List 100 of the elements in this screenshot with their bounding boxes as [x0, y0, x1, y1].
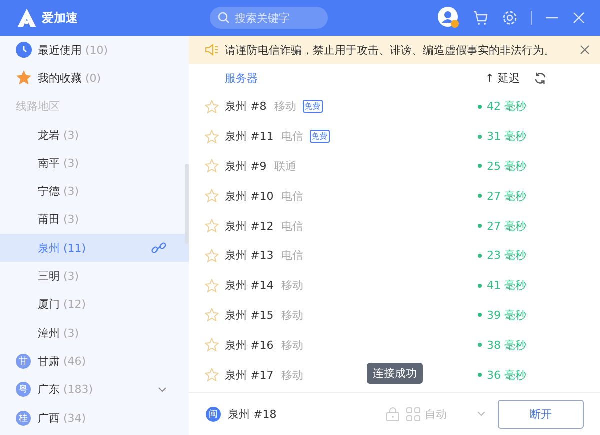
cart-icon[interactable] [473, 10, 489, 26]
column-header[interactable]: 服务器 [225, 70, 258, 86]
sidebar-item[interactable]: 莆田 (3) [0, 206, 189, 234]
free-tag: 免费 [310, 130, 330, 144]
carrier-label: 电信 [282, 129, 304, 144]
latency-value: 27 毫秒 [487, 188, 526, 204]
status-dot [478, 164, 482, 168]
item-label: 泉州 (11) [38, 240, 86, 256]
star-icon[interactable] [205, 278, 219, 293]
server-name[interactable]: 泉州 #14 [225, 278, 274, 294]
star-icon[interactable] [205, 368, 219, 382]
item-label: 我的收藏 (0) [38, 70, 102, 86]
star-icon[interactable] [205, 219, 219, 234]
column-header[interactable]: ↑ 延迟 [485, 70, 520, 86]
sidebar-item[interactable]: 龙岩 (3) [0, 120, 189, 150]
carrier-label: 电信 [282, 248, 304, 264]
server-name[interactable]: 泉州 #15 [225, 308, 274, 323]
section-label: 线路地区 [15, 99, 61, 116]
refresh-icon[interactable] [534, 72, 547, 84]
sidebar-item[interactable]: 我的收藏 (0) [0, 64, 189, 93]
chevron-down-icon[interactable] [158, 386, 167, 393]
notice-text: 请谨防电信诈骗，禁止用于攻击、诽谤、编造虚假事实的非法行为。 [225, 42, 555, 58]
sidebar-item[interactable]: 粤 广东 (183) [0, 376, 189, 404]
carrier-label: 移动 [282, 368, 304, 383]
free-tag: 免费 [302, 100, 323, 114]
server-name[interactable]: 泉州 #13 [225, 248, 274, 264]
settings-icon[interactable] [502, 10, 518, 26]
server-name[interactable]: 泉州 #9 [225, 158, 267, 174]
status-dot [478, 194, 482, 198]
star-icon[interactable] [205, 338, 219, 352]
item-label: 莆田 (3) [38, 212, 80, 228]
logo-icon [16, 7, 38, 29]
status-dot [478, 224, 482, 228]
status-dot [478, 134, 482, 139]
grid-icon [406, 406, 421, 422]
star-icon[interactable] [205, 308, 219, 322]
carrier-label: 移动 [274, 99, 297, 114]
sidebar-item[interactable]: 最近使用 (10) [0, 36, 189, 64]
item-label: 厦门 (12) [38, 297, 86, 312]
lock-icon[interactable] [386, 406, 400, 422]
server-name[interactable]: 泉州 #8 [225, 99, 267, 114]
star-icon [16, 70, 32, 86]
item-label: 三明 (3) [38, 269, 80, 284]
latency-value: 38 毫秒 [487, 338, 526, 353]
search-icon [218, 12, 230, 24]
disconnect-button[interactable]: 断开 [498, 400, 584, 428]
star-icon[interactable] [205, 248, 219, 263]
sidebar-item[interactable]: 三明 (3) [0, 262, 189, 291]
sidebar-item[interactable]: 漳州 (3) [0, 318, 189, 348]
star-icon[interactable] [205, 189, 219, 204]
item-label: 南平 (3) [38, 156, 80, 171]
status-dot [478, 284, 482, 288]
item-label: 甘肃 (46) [38, 354, 86, 369]
sidebar-item[interactable]: 甘 甘肃 (46) [0, 347, 189, 376]
carrier-label: 移动 [282, 308, 304, 323]
status-dot [478, 313, 482, 318]
star-icon[interactable] [205, 100, 219, 114]
server-name[interactable]: 泉州 #11 [225, 129, 274, 144]
close-icon[interactable] [580, 45, 590, 55]
item-label: 宁德 (3) [38, 184, 80, 200]
sidebar-item[interactable]: 南平 (3) [0, 149, 189, 178]
item-label: 龙岩 (3) [38, 128, 80, 143]
current-server: 泉州 #18 [228, 406, 277, 422]
status-dot [478, 104, 482, 109]
sidebar-item[interactable]: 桂 广西 (34) [0, 404, 189, 432]
carrier-label: 电信 [282, 188, 304, 204]
region-badge: 粤 [16, 382, 31, 398]
region-badge: 甘 [16, 354, 31, 369]
sidebar-item[interactable]: 厦门 (12) [0, 290, 189, 319]
server-name[interactable]: 泉州 #17 [225, 368, 274, 383]
carrier-label: 联通 [274, 158, 297, 174]
latency-value: 25 毫秒 [487, 158, 526, 174]
latency-value: 23 毫秒 [487, 248, 526, 264]
avatar-icon[interactable] [438, 7, 460, 29]
item-label: 漳州 (3) [38, 326, 80, 341]
latency-value: 27 毫秒 [487, 218, 526, 234]
clock-icon [16, 42, 32, 58]
region-badge: 桂 [16, 410, 31, 426]
latency-value: 31 毫秒 [487, 129, 526, 144]
carrier-label: 移动 [282, 338, 304, 353]
chevron-down-icon[interactable] [477, 411, 486, 417]
star-icon[interactable] [205, 130, 219, 144]
server-name[interactable]: 泉州 #16 [225, 338, 274, 353]
item-label: 广东 (183) [38, 382, 94, 398]
carrier-label: 电信 [282, 218, 304, 234]
app-title: 爱加速 [42, 10, 78, 26]
carrier-label: 移动 [282, 278, 304, 294]
latency-value: 42 毫秒 [487, 99, 526, 114]
sidebar-item[interactable]: 宁德 (3) [0, 177, 189, 206]
server-name[interactable]: 泉州 #10 [225, 188, 274, 204]
latency-value: 39 毫秒 [487, 308, 526, 323]
latency-value: 41 毫秒 [487, 278, 526, 294]
tooltip: 连接成功 [367, 363, 423, 384]
region-badge: 闽 [206, 406, 221, 422]
server-name[interactable]: 泉州 #12 [225, 218, 274, 234]
status-dot [478, 343, 482, 348]
star-icon[interactable] [205, 159, 219, 174]
speaker-icon [205, 44, 219, 56]
status-dot [478, 373, 482, 378]
status-dot [478, 254, 482, 258]
